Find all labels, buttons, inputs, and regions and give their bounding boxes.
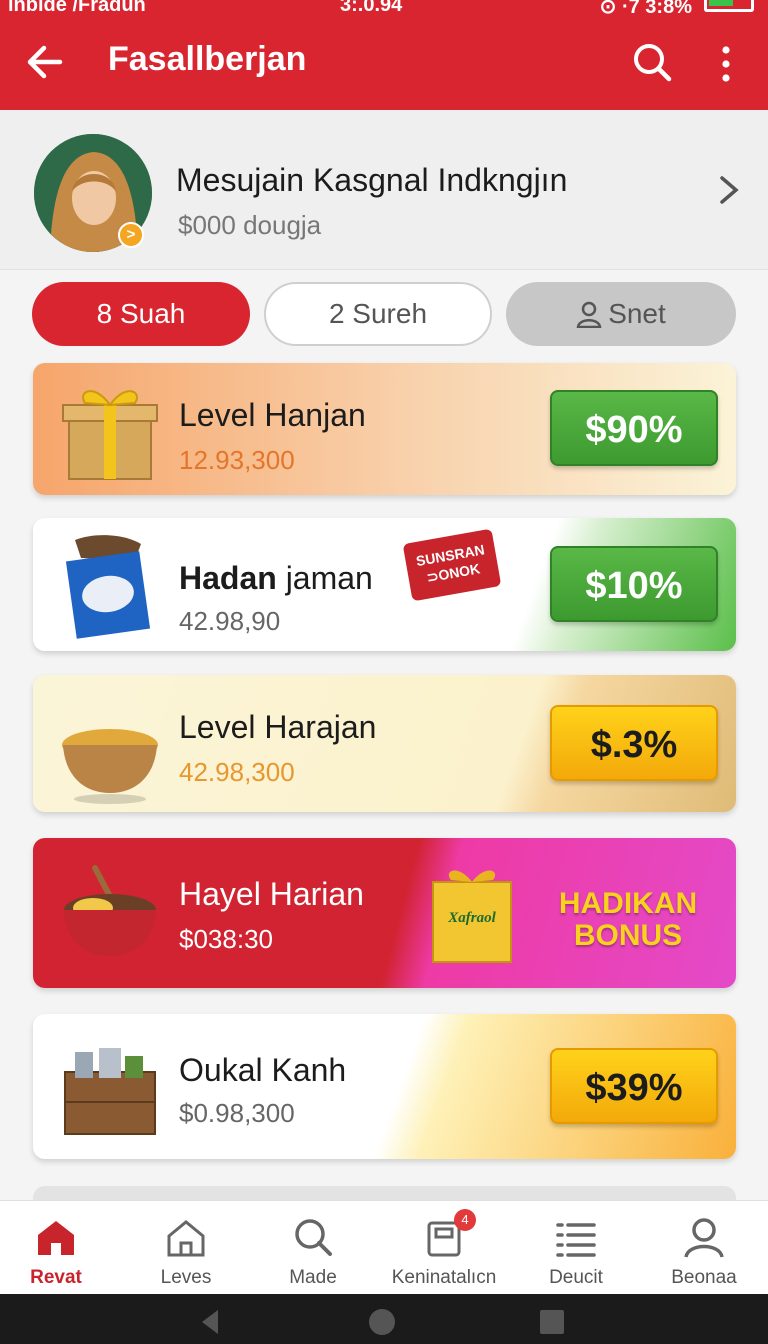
list-item[interactable]: Hadan jaman 42.98,90 SUNSRAN ⊃ONOK $10% [33, 518, 736, 651]
status-left: inbide /Fradun [8, 0, 146, 16]
profile-subtitle: $000 dougja [178, 210, 322, 240]
battery-icon [704, 0, 754, 12]
item-name: Level Hanjan [179, 397, 366, 433]
profile-row[interactable]: > Mesujain Kasgnal Indkngjın $000 dougja [0, 110, 768, 270]
status-bar: inbide /Fradun 3:.0.94 ⊙ ·7 3:8% [0, 0, 768, 22]
avatar-badge: > [118, 222, 144, 248]
nav-label: Keninatalıcn [391, 1267, 497, 1288]
arrow-left-icon[interactable] [26, 40, 66, 84]
item-name: Oukal Kanh [179, 1052, 347, 1088]
item-name: Hayel Harian [179, 876, 364, 912]
price-button[interactable]: $.3% [550, 705, 718, 781]
nav-item-revat[interactable]: Revat [0, 1215, 120, 1289]
page-title: Fasallberjan [108, 40, 307, 78]
search-icon[interactable] [630, 40, 674, 84]
home-nav-icon[interactable] [369, 1309, 395, 1335]
search-icon [295, 1219, 332, 1256]
list-item[interactable]: Level Hanjan 12.93,300 $90% [33, 363, 736, 495]
tab-label: 2 Sureh [328, 298, 428, 329]
sale-tag: SUNSRAN ⊃ONOK [402, 528, 502, 602]
recents-nav-icon[interactable] [540, 1310, 564, 1334]
price-button[interactable]: $10% [550, 546, 718, 622]
tab-suah[interactable]: 8 Suah [32, 282, 250, 346]
gift-box-icon: Xafraol [432, 870, 512, 963]
nav-item-leves[interactable]: Leves [122, 1215, 250, 1289]
nav-label: Revat [30, 1267, 82, 1288]
item-value: $038:30 [179, 924, 273, 954]
price-button[interactable]: $39% [550, 1048, 718, 1124]
list-item[interactable]: Oukal Kanh $0.98,300 $39% [33, 1014, 736, 1159]
item-name: Level Harajan [179, 709, 377, 745]
nav-label: Leves [160, 1267, 212, 1288]
profile-icon [684, 1218, 724, 1258]
person-icon [576, 301, 602, 328]
more-vertical-icon[interactable] [712, 42, 740, 86]
snack-box-icon [65, 535, 151, 639]
nav-item-made[interactable]: Made [249, 1215, 377, 1289]
nav-item-keninatalicn[interactable]: 4 Keninatalıcn [380, 1209, 508, 1289]
tab-sureh[interactable]: 2 Sureh [264, 282, 492, 346]
item-name-rest: jaman [276, 560, 373, 596]
back-nav-icon[interactable] [202, 1310, 218, 1334]
app-header: inbide /Fradun 3:.0.94 ⊙ ·7 3:8% Fasallb… [0, 0, 768, 110]
item-value: 42.98,90 [179, 606, 281, 636]
list-item[interactable]: Level Harajan 42.98,300 $.3% [33, 675, 736, 812]
status-time: 3:.0.94 [340, 0, 403, 16]
tab-snet[interactable]: Snet [506, 282, 736, 346]
promo-label: HADIKAN BONUS [558, 887, 698, 952]
system-nav-bar [0, 1294, 768, 1344]
chevron-right-icon [720, 176, 739, 204]
house-outline-icon [167, 1220, 205, 1257]
gift-box-icon [62, 390, 158, 480]
tab-label: 8 Suah [96, 298, 186, 329]
item-value: 12.93,300 [179, 445, 295, 475]
status-right: ⊙ ·7 3:8% [599, 0, 692, 18]
tab-label: Snet [608, 298, 666, 329]
list-icon [556, 1223, 596, 1257]
nav-label: Beonaa [671, 1267, 737, 1288]
grain-bowl-icon [62, 729, 158, 804]
bottom-nav: Revat Leves Made 4 Keninatalıcn Deucit B… [0, 1200, 768, 1294]
profile-name: Mesujain Kasgnal Indkngjın [176, 162, 568, 198]
nav-item-beonaa[interactable]: Beonaa [640, 1215, 768, 1289]
grocery-crate-icon [64, 1048, 156, 1135]
home-icon [38, 1221, 74, 1255]
item-value: 42.98,300 [179, 757, 295, 787]
item-name-bold: Hadan [179, 560, 277, 596]
nav-item-deucit[interactable]: Deucit [512, 1215, 640, 1289]
nav-label: Made [289, 1267, 337, 1288]
promo-card[interactable]: Hayel Harian $038:30 Xafraol HADIKAN BON… [33, 838, 736, 988]
item-value: $0.98,300 [179, 1098, 295, 1128]
food-bowl-icon [64, 865, 156, 956]
item-name: Hadan jaman [179, 560, 373, 597]
nav-label: Deucit [549, 1267, 603, 1288]
price-button[interactable]: $90% [550, 390, 718, 466]
notification-badge: 4 [454, 1209, 476, 1231]
box-label: Xafraol [447, 910, 496, 926]
